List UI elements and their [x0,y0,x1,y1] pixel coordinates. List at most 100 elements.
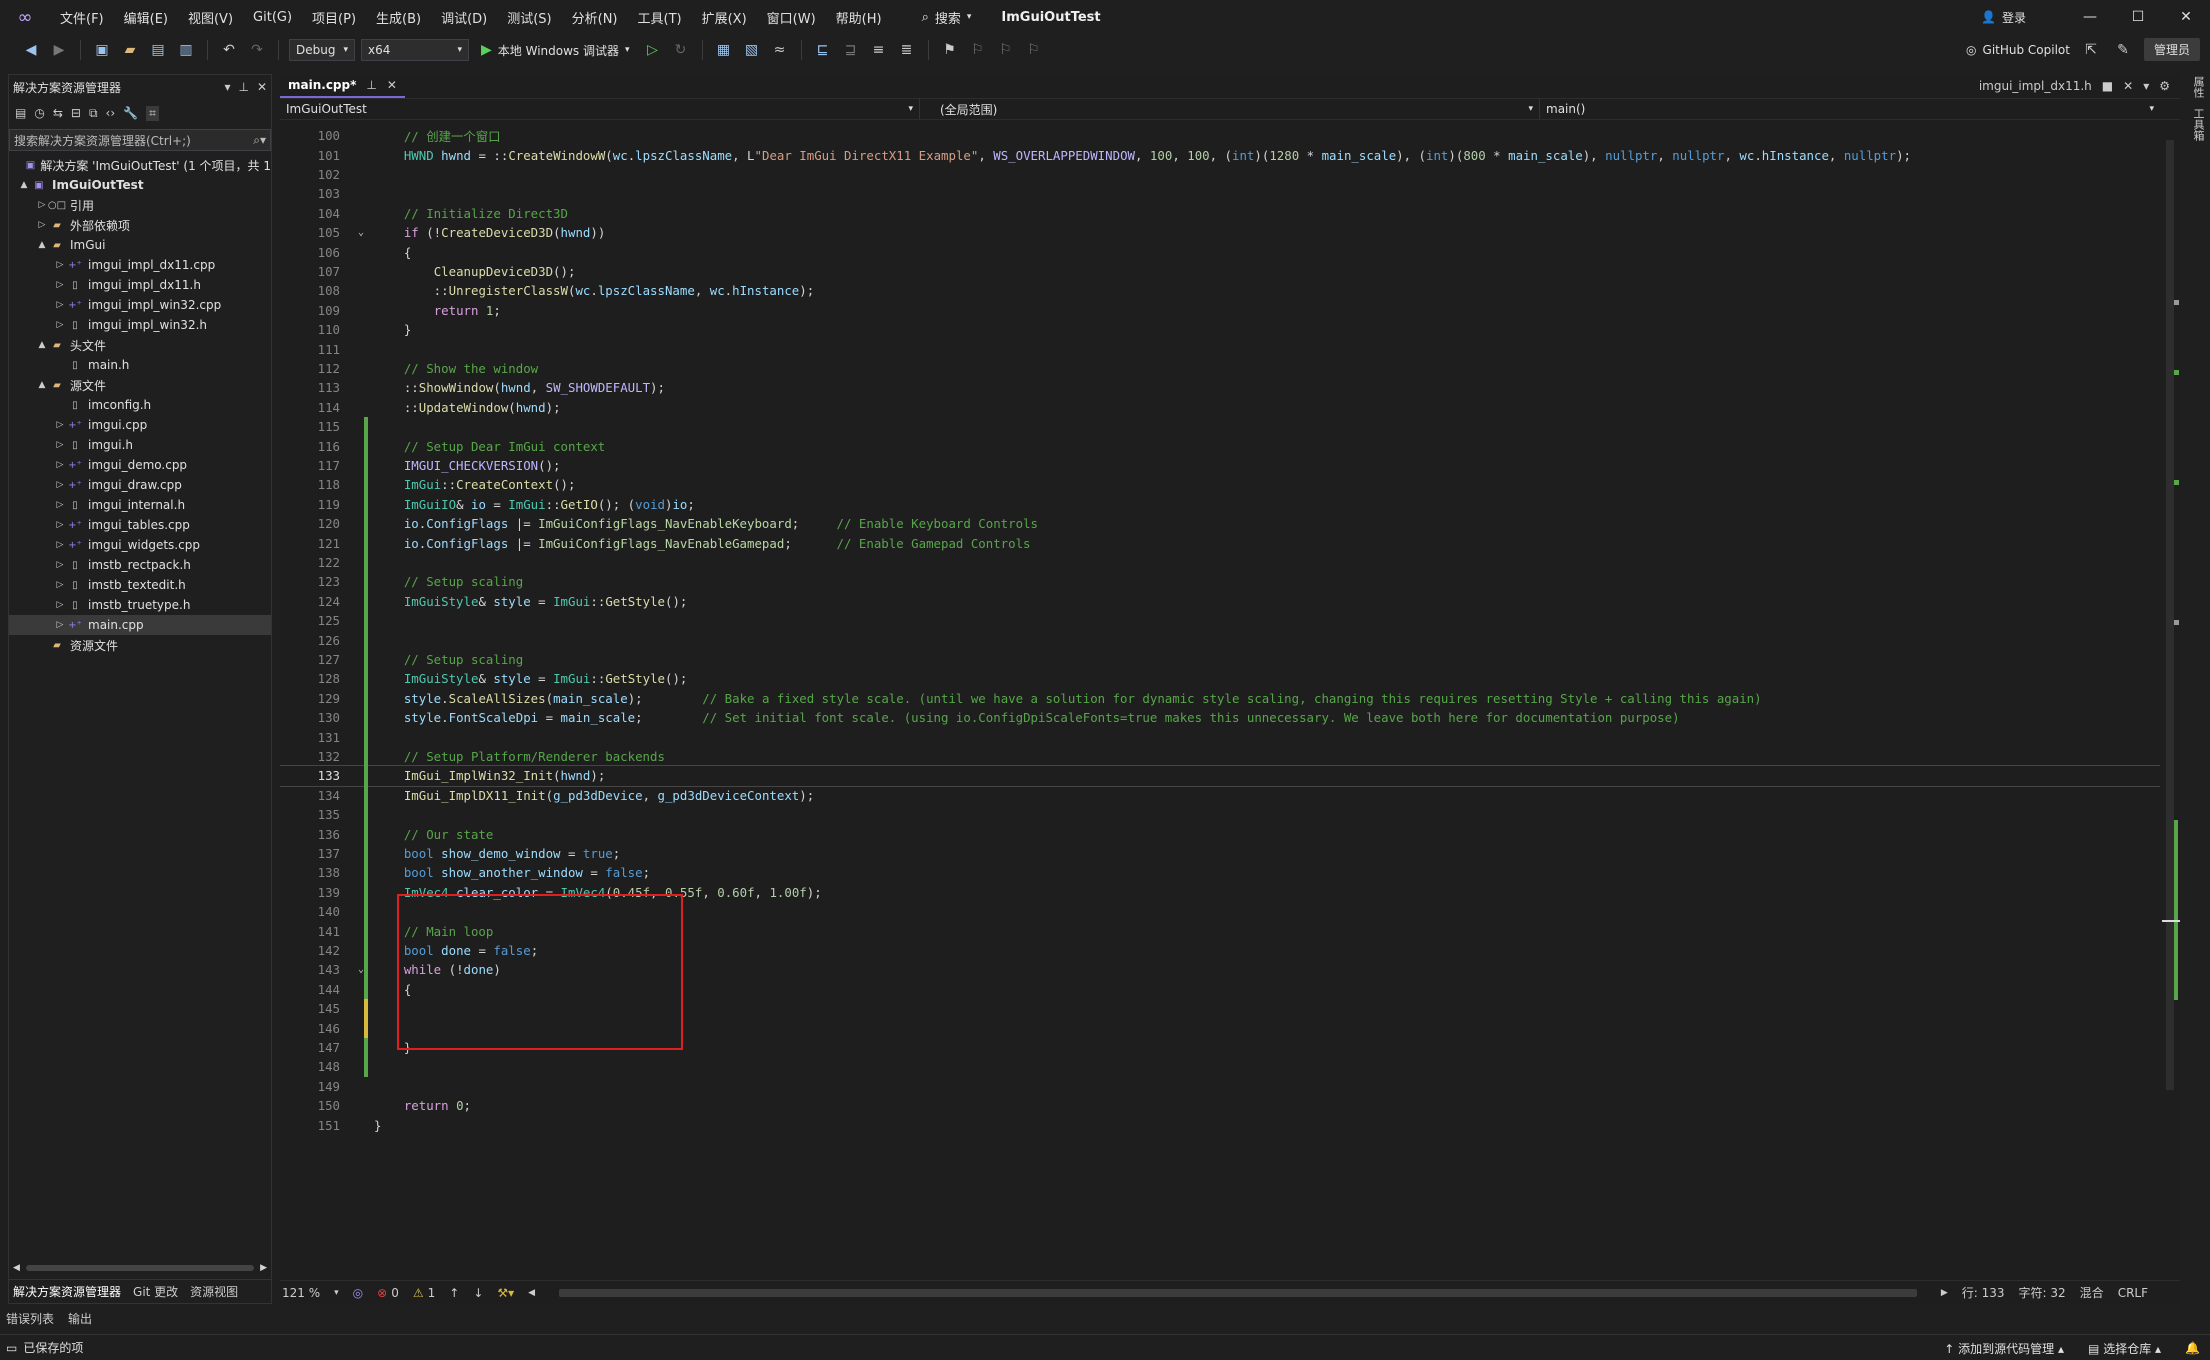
new-project-icon[interactable]: ▣ [91,39,113,61]
chevron-down-icon[interactable]: ▾ [224,80,230,94]
back-icon[interactable]: ◀ [20,39,42,61]
collapsed-arrow-icon[interactable]: ▷ [53,420,67,430]
tree-item[interactable]: ▯ imconfig.h [9,395,271,415]
panel-tab[interactable]: 解决方案资源管理器 [13,1283,121,1300]
scroll-left-icon[interactable]: ◀ [13,1263,20,1273]
menu-item[interactable]: 分析(N) [562,0,628,34]
step-icon[interactable]: ≈ [769,39,791,61]
tree-item[interactable]: ▷ ▯ imstb_truetype.h [9,595,271,615]
collapsed-arrow-icon[interactable]: ▷ [53,260,67,270]
tree-item[interactable]: ▷ +⁺ imgui_impl_dx11.cpp [9,255,271,275]
format-icon[interactable]: ⊑ [812,39,834,61]
tree-item[interactable]: ▷ +⁺ main.cpp [9,615,271,635]
code-line[interactable]: 120 io.ConfigFlags |= ImGuiConfigFlags_N… [280,514,2160,533]
menu-item[interactable]: 窗口(W) [757,0,826,34]
line-indicator[interactable]: 行: 133 [1962,1284,2005,1301]
code-line[interactable]: 127 // Setup scaling [280,650,2160,669]
tree-item[interactable]: ▰ 资源文件 [9,635,271,655]
code-line[interactable]: 103 [280,184,2160,203]
close-tab-icon[interactable]: ✕ [2123,79,2133,93]
tree-item[interactable]: ▣ 解决方案 'ImGuiOutTest' (1 个项目，共 1 [9,155,271,175]
code-line[interactable]: 125 [280,611,2160,630]
expanded-arrow-icon[interactable]: ▲ [17,180,31,190]
horizontal-scrollbar[interactable]: ◀ ▶ [9,1261,271,1275]
code-line[interactable]: 128 ImGuiStyle& style = ImGui::GetStyle(… [280,669,2160,688]
browser-link-icon[interactable]: ▦ [713,39,735,61]
copilot-status-icon[interactable]: ◎ [353,1286,363,1300]
visual-studio-logo-icon[interactable]: ∞ [10,6,40,28]
cleanup-icon[interactable]: ⚒▾ [497,1286,514,1300]
tree-item[interactable]: ▷ +⁺ imgui_demo.cpp [9,455,271,475]
code-line[interactable]: 121 io.ConfigFlags |= ImGuiConfigFlags_N… [280,533,2160,552]
warning-count[interactable]: 1 [428,1286,436,1300]
menu-item[interactable]: 工具(T) [628,0,692,34]
collapsed-arrow-icon[interactable]: ▷ [53,500,67,510]
menu-item[interactable]: Git(G) [243,0,302,34]
tree-item[interactable]: ▯ main.h [9,355,271,375]
start-debugging-button[interactable]: ▶ 本地 Windows 调试器 ▾ [475,42,636,59]
sync-icon[interactable]: ⇆ [53,106,63,120]
uncomment-icon[interactable]: ≣ [896,39,918,61]
format-selection-icon[interactable]: ⊒ [840,39,862,61]
code-view-icon[interactable]: ‹› [106,106,116,120]
collapsed-arrow-icon[interactable]: ▷ [53,300,67,310]
tree-item[interactable]: ▷ +⁺ imgui_tables.cpp [9,515,271,535]
code-line[interactable]: 137 bool show_demo_window = true; [280,844,2160,863]
tree-item[interactable]: ▷ ▯ imstb_textedit.h [9,575,271,595]
hot-reload-icon[interactable]: ↻ [670,39,692,61]
collapsed-arrow-icon[interactable]: ▷ [53,560,67,570]
save-all-icon[interactable]: ▥ [175,39,197,61]
select-repo-button[interactable]: ▤ 选择仓库 ▴ [2088,1340,2161,1357]
tree-item[interactable]: ▷ ○□ 引用 [9,195,271,215]
switch-views-icon[interactable]: ▤ [15,106,26,120]
prev-bookmark-icon[interactable]: ⚐ [967,39,989,61]
git-changes-side-tab[interactable]: 属性 [2190,76,2206,98]
pin-icon[interactable]: ⊥ [366,78,376,92]
preview-icon[interactable]: ⌗ [146,105,159,121]
feedback-icon[interactable]: ✎ [2112,39,2134,61]
code-line[interactable]: 132 // Setup Platform/Renderer backends [280,747,2160,766]
horizontal-scrollbar[interactable] [559,1288,1917,1297]
github-copilot-button[interactable]: ◎ GitHub Copilot [1966,43,2070,57]
expanded-arrow-icon[interactable]: ▲ [35,240,49,250]
notifications-icon[interactable]: 🔔 [2185,1341,2200,1355]
panel-tab[interactable]: Git 更改 [133,1283,178,1300]
code-line[interactable]: 117 IMGUI_CHECKVERSION(); [280,456,2160,475]
menu-item[interactable]: 调试(D) [431,0,497,34]
close-icon[interactable]: ✕ [257,80,267,94]
collapsed-arrow-icon[interactable]: ▷ [53,540,67,550]
save-icon[interactable]: ▤ [147,39,169,61]
code-line[interactable]: 123 // Setup scaling [280,572,2160,591]
close-tab-icon[interactable]: ✕ [387,78,397,92]
code-line[interactable]: 138 bool show_another_window = false; [280,863,2160,882]
code-line[interactable]: 104 // Initialize Direct3D [280,204,2160,223]
menu-item[interactable]: 项目(P) [302,0,366,34]
code-line[interactable]: 130 style.FontScaleDpi = main_scale; // … [280,708,2160,727]
pin-icon[interactable]: ■ [2102,79,2113,93]
share-icon[interactable]: ⇱ [2080,39,2102,61]
code-line[interactable]: 126 [280,630,2160,649]
code-line[interactable]: 115 [280,417,2160,436]
collapsed-arrow-icon[interactable]: ▷ [53,620,67,630]
expanded-arrow-icon[interactable]: ▲ [35,340,49,350]
collapsed-arrow-icon[interactable]: ▷ [53,580,67,590]
scrollbar-thumb[interactable] [2166,140,2174,1090]
code-line[interactable]: 114 ::UpdateWindow(hwnd); [280,398,2160,417]
toolbox-side-tab[interactable]: 工具箱 [2190,108,2206,141]
open-folder-icon[interactable]: ▰ [119,39,141,61]
tree-item[interactable]: ▷ ▰ 外部依赖项 [9,215,271,235]
code-line[interactable]: 122 [280,553,2160,572]
project-dropdown[interactable]: ImGuiOutTest ▾ [280,99,920,119]
menu-item[interactable]: 生成(B) [366,0,431,34]
tabs-mode[interactable]: 混合 [2080,1284,2104,1301]
code-line[interactable]: 109 return 1; [280,301,2160,320]
scrollbar-track[interactable] [25,1265,255,1271]
forward-icon[interactable]: ▶ [48,39,70,61]
login-button[interactable]: 👤 登录 [1981,9,2026,26]
scroll-right-icon[interactable]: ▶ [260,1263,267,1273]
collapsed-arrow-icon[interactable]: ▷ [53,480,67,490]
bottom-tab[interactable]: 错误列表 [6,1310,54,1327]
menu-item[interactable]: 视图(V) [178,0,243,34]
history-icon[interactable]: ◷ [34,106,44,120]
properties-icon[interactable]: 🔧 [123,106,138,120]
